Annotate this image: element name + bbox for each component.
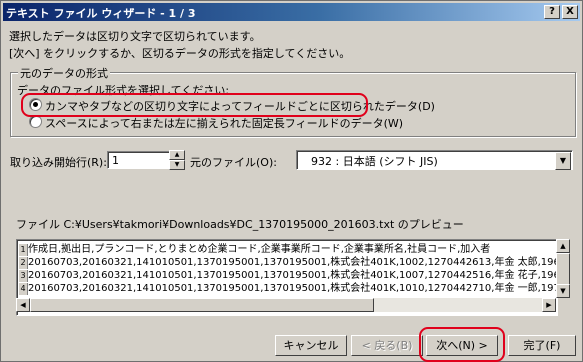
vertical-scroll-thumb[interactable] <box>556 253 570 285</box>
scroll-left-icon[interactable]: ◀ <box>16 298 30 312</box>
scroll-down-icon[interactable]: ▼ <box>556 284 570 298</box>
preview-row: 20160703,20160321,141010501,1370195001,1… <box>28 283 558 294</box>
origin-selected-value: 932 : 日本語 (シフト JIS) <box>311 155 438 168</box>
group-title: 元のデータの形式 <box>18 65 110 81</box>
intro-line-2: [次へ] をクリックするか、区切るデータの形式を指定してください。 <box>9 47 351 60</box>
chevron-down-icon[interactable]: ▼ <box>555 152 571 170</box>
preview-row: 作成日,拠出日,プランコード,とりまとめ企業コード,企業事業所コード,企業事業所… <box>28 244 491 255</box>
horizontal-scroll-thumb[interactable] <box>30 298 374 312</box>
preview-caption: ファイル C:¥Users¥takmori¥Downloads¥DC_13701… <box>16 218 464 231</box>
next-button-highlight <box>419 327 505 362</box>
fixed-width-option-label[interactable]: スペースによって右または左に揃えられた固定長フィールドのデータ(W) <box>45 115 403 131</box>
cancel-button[interactable]: キャンセル <box>275 335 347 356</box>
intro-line-1: 選択したデータは区切り文字で区切られています。 <box>9 30 261 43</box>
close-button[interactable]: X <box>562 5 578 19</box>
origin-select[interactable]: 932 : 日本語 (シフト JIS) ▼ <box>296 150 573 170</box>
help-button[interactable]: ? <box>544 5 560 19</box>
spin-down-button[interactable]: ▼ <box>169 160 185 170</box>
start-row-input[interactable]: 1 <box>107 151 171 169</box>
horizontal-scrollbar[interactable]: ◀ ▶ <box>16 298 556 312</box>
start-row-label: 取り込み開始行(R): <box>10 156 107 169</box>
spin-up-button[interactable]: ▲ <box>169 150 185 160</box>
row-number: 2 <box>19 257 28 269</box>
preview-row: 20160703,20160321,141010501,1370195001,1… <box>28 257 558 268</box>
title-bar[interactable]: テキスト ファイル ウィザード - 1 / 3 ? X <box>3 3 580 21</box>
finish-button[interactable]: 完了(F) <box>508 335 576 356</box>
window-title: テキスト ファイル ウィザード - 1 / 3 <box>6 7 196 20</box>
start-row-value: 1 <box>112 154 119 167</box>
scroll-right-icon[interactable]: ▶ <box>542 298 556 312</box>
row-number: 3 <box>19 270 28 282</box>
wizard-dialog: テキスト ファイル ウィザード - 1 / 3 ? X 選択したデータは区切り文… <box>0 0 583 362</box>
scroll-up-icon[interactable]: ▲ <box>556 239 570 253</box>
vertical-scrollbar[interactable]: ▲ ▼ <box>556 239 570 298</box>
preview-row: 20160703,20160321,141010501,1370195001,1… <box>28 270 558 281</box>
back-button[interactable]: < 戻る(B) <box>351 335 423 356</box>
delimited-option-highlight <box>21 93 368 117</box>
row-number: 4 <box>19 283 28 295</box>
origin-label: 元のファイル(O): <box>190 156 277 169</box>
row-number: 1 <box>19 244 28 256</box>
